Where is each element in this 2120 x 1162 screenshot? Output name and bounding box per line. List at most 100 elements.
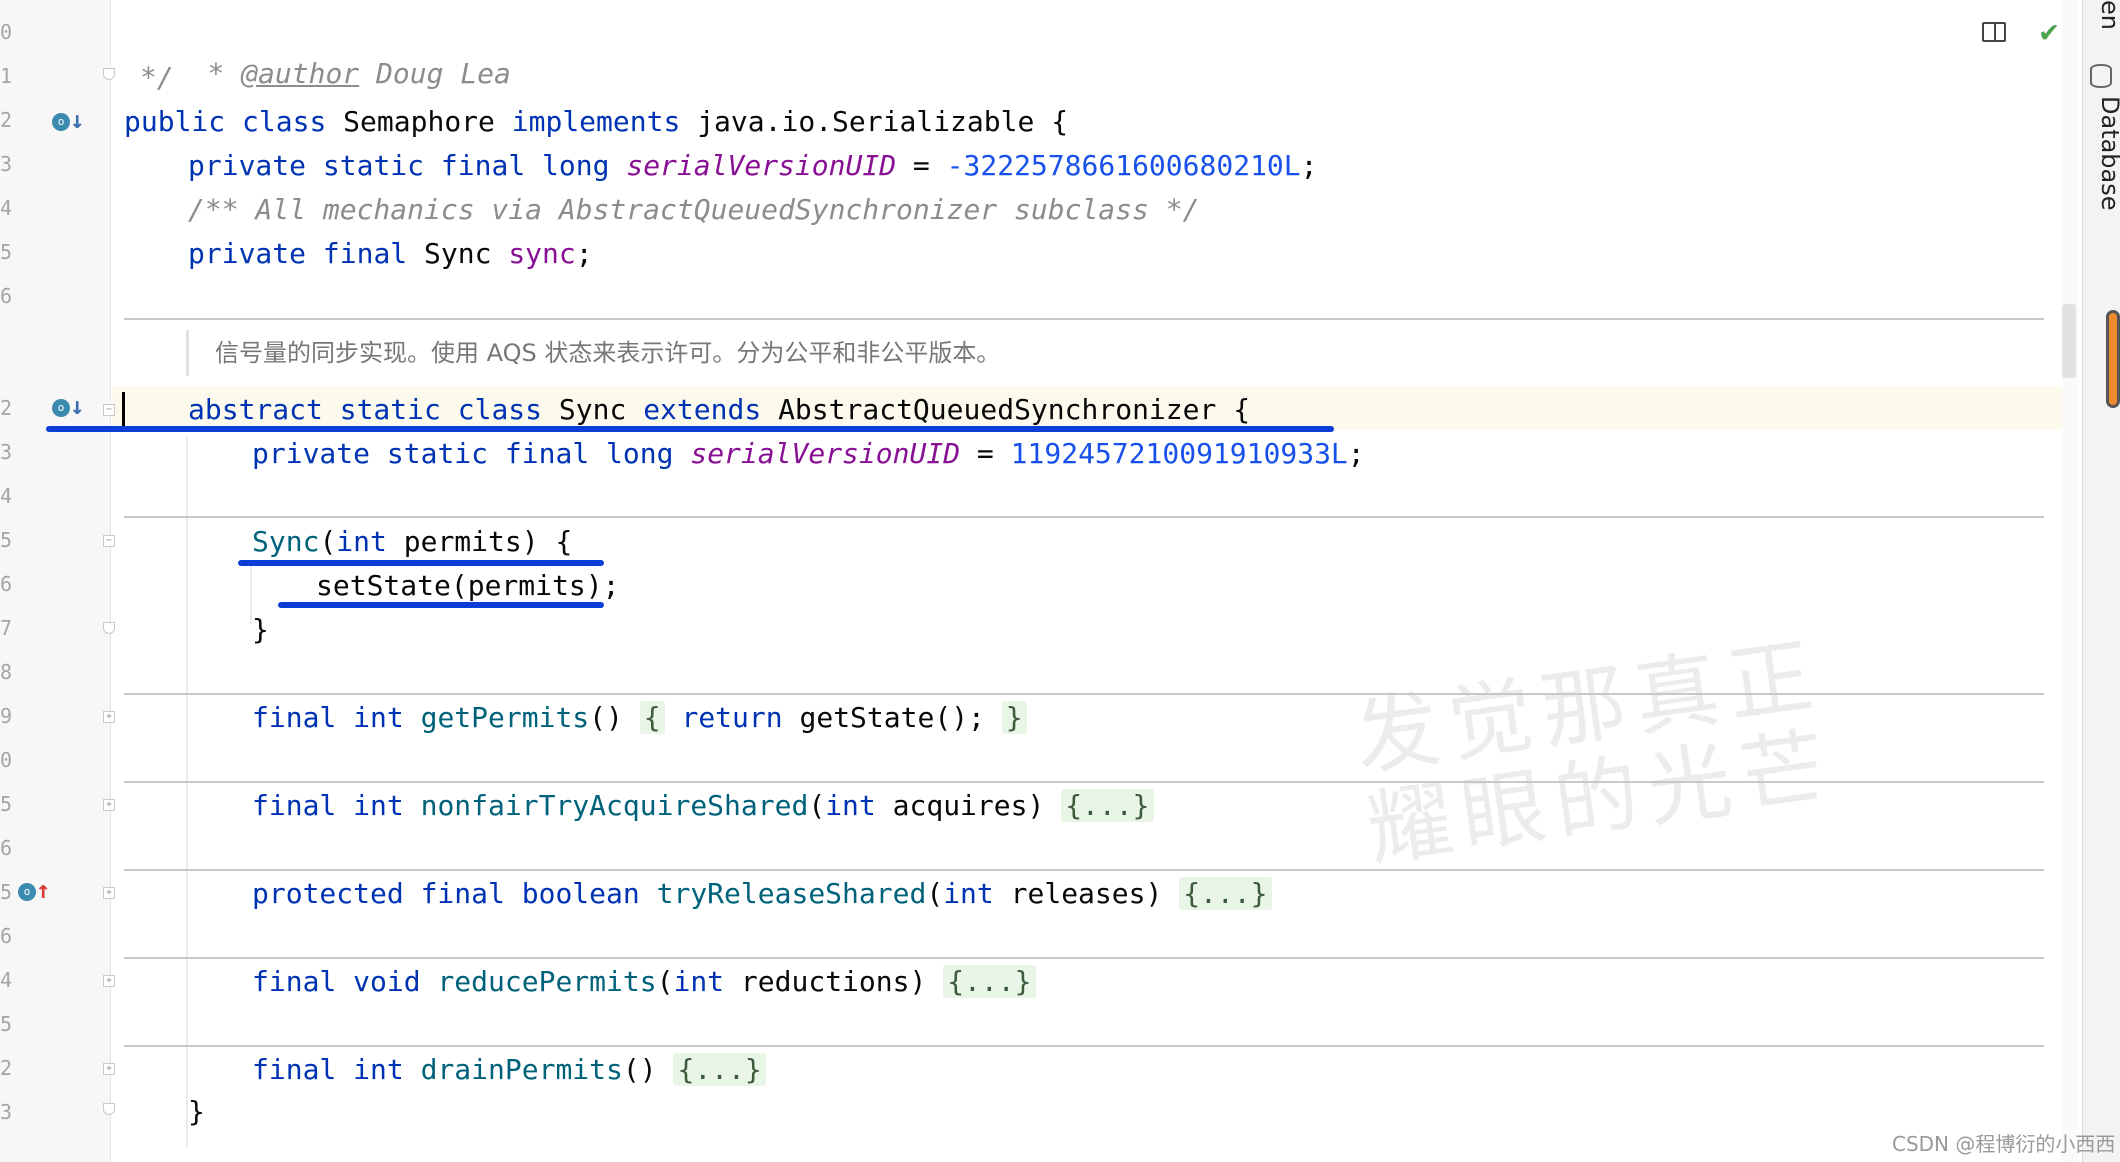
folded-brace[interactable]: } (1001, 701, 1027, 734)
comment-text: Doug Lea (359, 57, 511, 90)
code-line[interactable]: final int nonfairTryAcquireShared(int ac… (252, 786, 1154, 830)
overlay-scroll-handle[interactable] (2106, 310, 2120, 408)
keyword: protected (252, 877, 404, 910)
annotation-underline (278, 602, 604, 608)
code-line[interactable]: final void reducePermits(int reductions)… (252, 962, 1036, 1006)
keyword: final (252, 701, 337, 734)
keyword: long (542, 149, 610, 182)
comment-text: * (207, 57, 242, 90)
code-line[interactable]: private static final long serialVersionU… (188, 146, 1318, 190)
inspection-ok-icon[interactable]: ✔ (2040, 14, 2058, 49)
method-separator (124, 318, 2044, 320)
keyword: int (825, 789, 876, 822)
method-separator (124, 516, 2044, 518)
code-line[interactable]: final int drainPermits() {...} (252, 1050, 766, 1094)
scrollbar-thumb[interactable] (2062, 304, 2076, 378)
class-name: Semaphore (343, 105, 495, 138)
folded-brace[interactable]: { (639, 701, 665, 734)
database-icon[interactable] (2090, 64, 2112, 88)
code-line[interactable]: */ (140, 58, 174, 102)
method-name: nonfairTryAcquireShared (420, 789, 809, 822)
code-text: permits) { (386, 525, 573, 558)
keyword: implements (511, 105, 681, 138)
number-literal: 1192457210091910933L (1010, 437, 1348, 470)
method-separator (124, 781, 2044, 783)
keyword: private (188, 237, 307, 270)
code-editor[interactable]: * @author Doug Lea */ public class Semap… (0, 0, 2050, 1162)
keyword: final (252, 965, 337, 998)
code-text: () (589, 701, 640, 734)
class-name: Sync (558, 393, 627, 426)
code-text: reductions) (724, 965, 944, 998)
keyword: class (457, 393, 543, 426)
keyword: int (353, 1053, 404, 1086)
vertical-scrollbar[interactable] (2062, 0, 2078, 1162)
keyword: final (420, 877, 505, 910)
keyword: static (322, 149, 425, 182)
reader-mode-icon[interactable] (1982, 22, 2006, 42)
code-text: ; (1300, 149, 1318, 182)
code-text: java.io.Serializable { (697, 105, 1069, 138)
code-line[interactable]: public class Semaphore implements java.i… (124, 102, 1068, 146)
javadoc-tag: @author (241, 57, 360, 90)
code-text: AbstractQueuedSynchronizer { (778, 393, 1251, 426)
method-name: tryReleaseShared (656, 877, 927, 910)
keyword: boolean (521, 877, 640, 910)
code-text: releases) (993, 877, 1180, 910)
folded-body[interactable]: {...} (673, 1053, 766, 1086)
code-line[interactable]: } (252, 610, 269, 654)
code-text: = (896, 149, 947, 182)
type-name: Sync (424, 237, 492, 270)
code-text: () (622, 1053, 674, 1086)
code-line[interactable]: /** All mechanics via AbstractQueuedSync… (188, 190, 1199, 234)
annotation-underline (46, 426, 1334, 432)
field-name: serialVersionUID (626, 149, 897, 182)
code-text: getState(); (782, 701, 1002, 734)
field-name: sync (508, 237, 576, 270)
keyword: static (386, 437, 489, 470)
code-text: ; (1347, 437, 1365, 470)
keyword: int (336, 525, 387, 558)
keyword: static (339, 393, 441, 426)
keyword: private (188, 149, 307, 182)
rendered-doc-comment[interactable]: 信号量的同步实现。使用 AQS 状态来表示许可。分为公平和非公平版本。 (186, 330, 1000, 376)
number-literal: -3222578661600680210L (946, 149, 1301, 182)
keyword: final (440, 149, 526, 182)
keyword: int (353, 789, 404, 822)
code-text: acquires) (875, 789, 1062, 822)
code-line[interactable]: private final Sync sync; (188, 234, 593, 278)
keyword: final (252, 789, 337, 822)
tool-window-tab-en[interactable]: en (2096, 0, 2120, 30)
tool-window-tab-database[interactable]: Database (2096, 96, 2120, 211)
text-caret (122, 392, 125, 426)
method-name: getPermits (420, 701, 590, 734)
keyword: final (322, 237, 408, 270)
keyword: int (943, 877, 994, 910)
keyword: return (681, 701, 783, 734)
method-name: drainPermits (420, 1053, 623, 1086)
keyword: class (242, 105, 327, 138)
code-text: ; (575, 237, 593, 270)
folded-body[interactable]: {...} (1179, 877, 1272, 910)
method-separator (124, 1045, 2044, 1047)
method-separator (124, 957, 2044, 959)
folded-body[interactable]: {...} (943, 965, 1036, 998)
keyword: private (252, 437, 371, 470)
code-line[interactable]: private static final long serialVersionU… (252, 434, 1365, 478)
field-name: serialVersionUID (690, 437, 961, 470)
keyword: final (504, 437, 590, 470)
keyword: void (353, 965, 421, 998)
keyword: public (124, 105, 226, 138)
code-text: = (960, 437, 1011, 470)
code-line[interactable]: * @author Doug Lea (140, 14, 510, 90)
code-line[interactable]: protected final boolean tryReleaseShared… (252, 874, 1272, 918)
code-line[interactable]: } (188, 1092, 205, 1136)
code-text: ( (319, 525, 337, 558)
folded-body[interactable]: {...} (1061, 789, 1154, 822)
code-text: ( (926, 877, 944, 910)
keyword: extends (643, 393, 762, 426)
keyword: abstract (188, 393, 323, 426)
code-line[interactable]: final int getPermits() { return getState… (252, 698, 1027, 742)
code-text: ( (656, 965, 674, 998)
keyword: long (606, 437, 674, 470)
